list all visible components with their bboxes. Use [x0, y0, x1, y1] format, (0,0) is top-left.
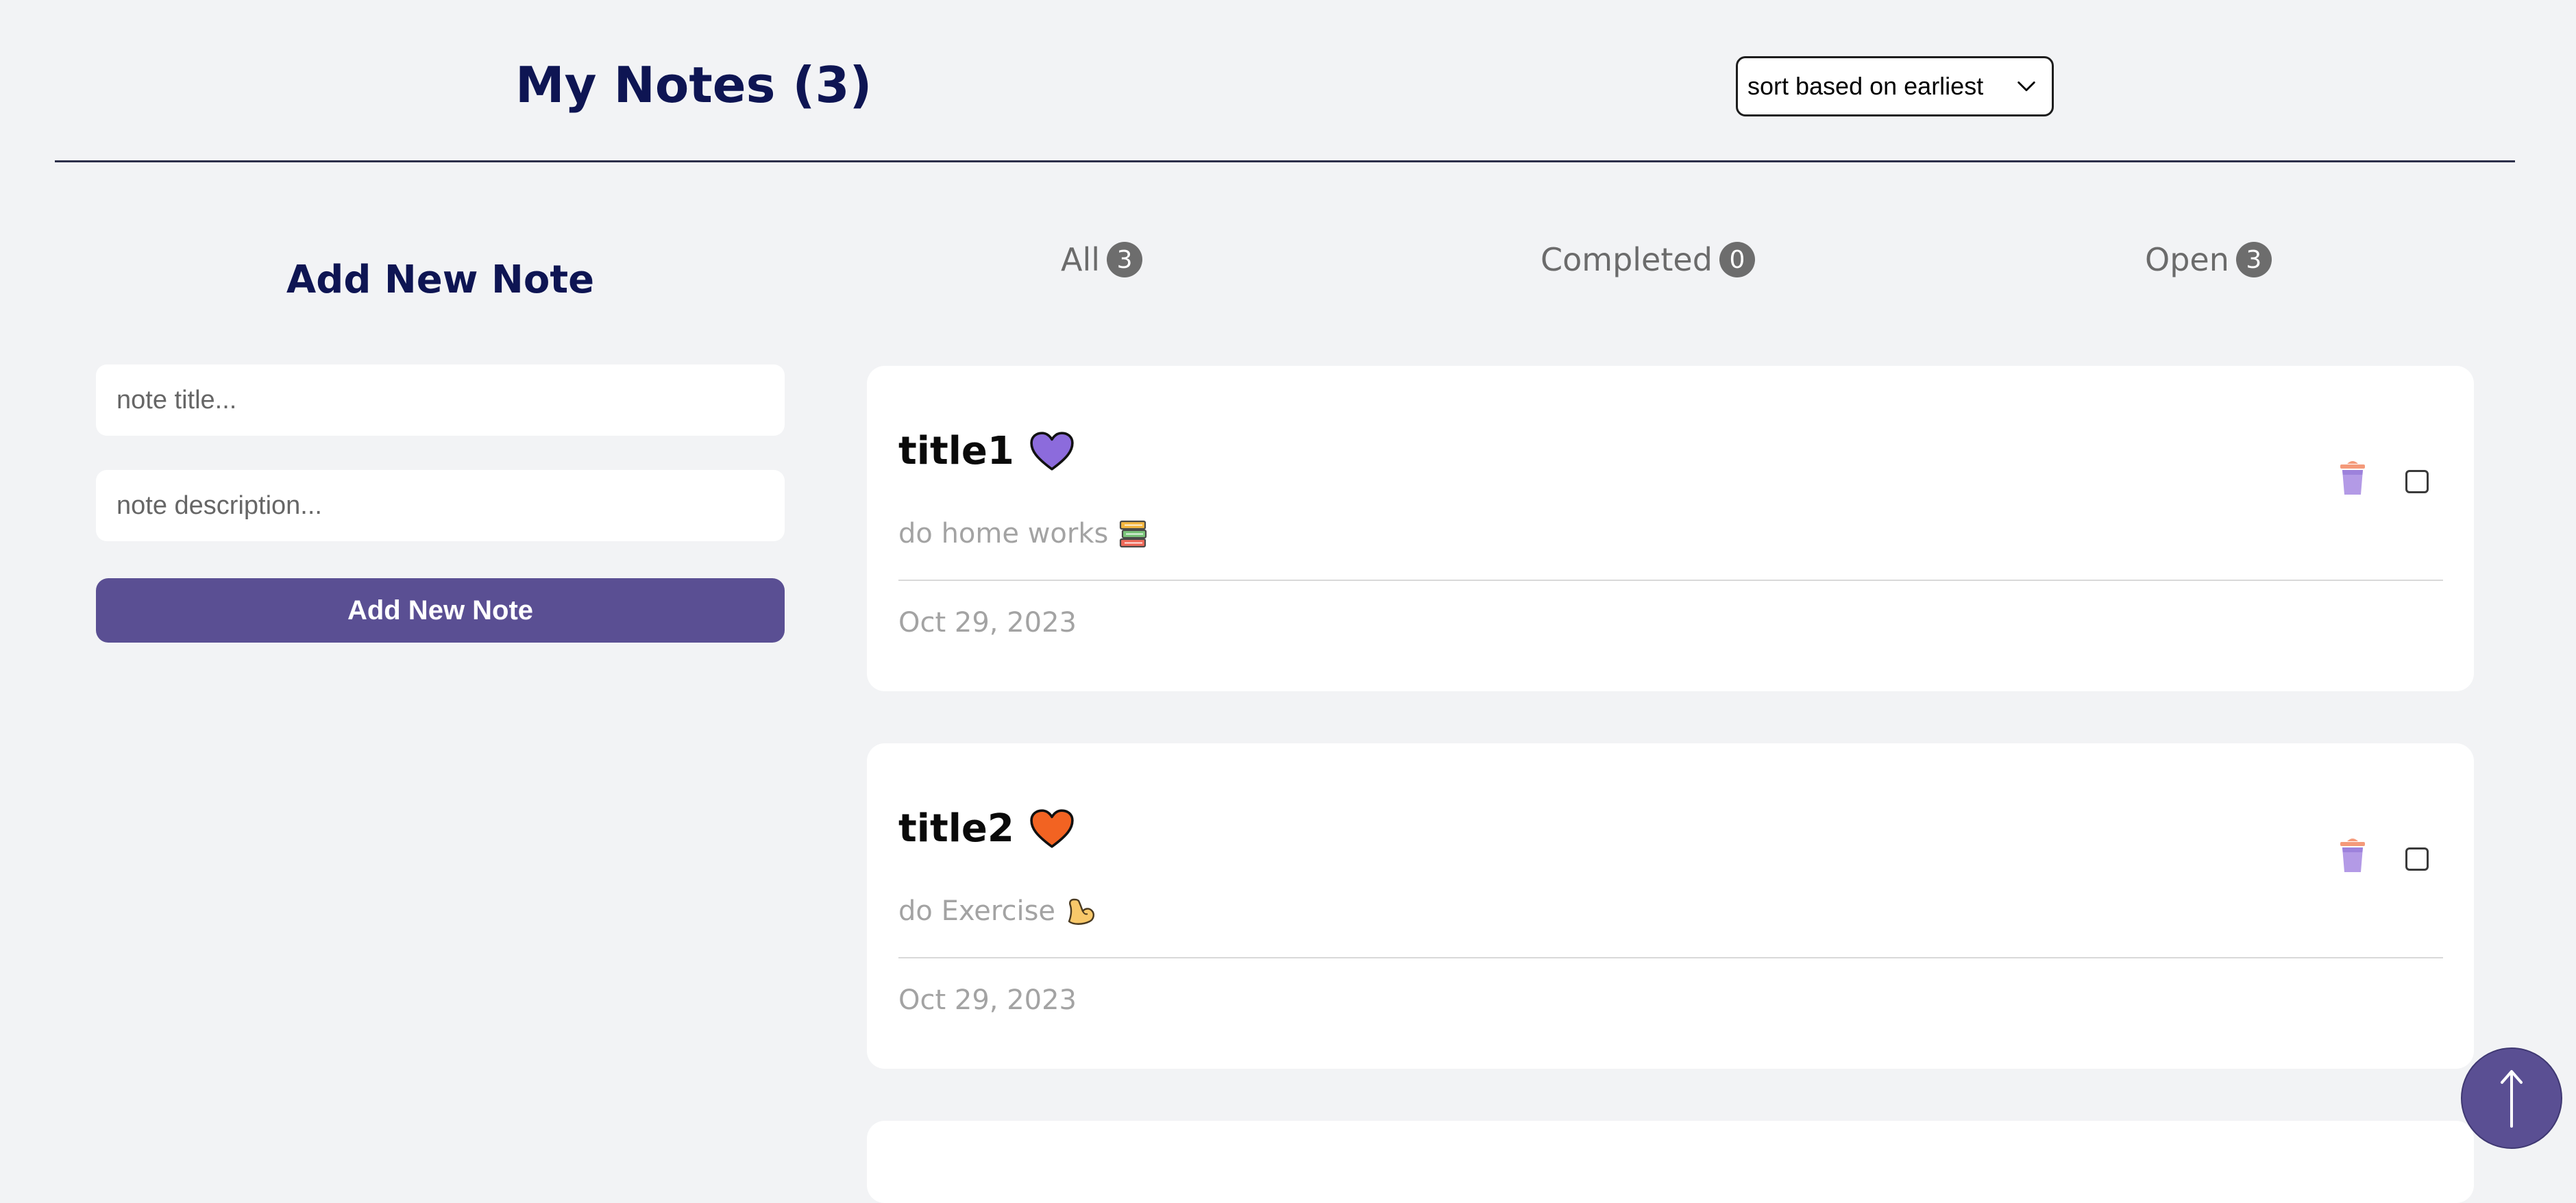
tab-all[interactable]: All 3 — [1061, 241, 1143, 278]
note-description-row: do home works — [898, 518, 1149, 549]
add-note-button[interactable]: Add New Note — [96, 578, 785, 643]
complete-checkbox[interactable] — [2405, 470, 2429, 493]
tab-count-badge: 3 — [2235, 242, 2272, 277]
scroll-to-top-button[interactable] — [2461, 1047, 2562, 1149]
note-card: title1 do home works Oct 29, 2023 — [867, 366, 2474, 691]
sort-select[interactable]: sort based on earliest — [1736, 56, 2054, 116]
page-title: My Notes (3) — [515, 56, 872, 114]
note-title-row: title1 — [898, 429, 1075, 473]
note-title: title2 — [898, 806, 1014, 851]
complete-checkbox[interactable] — [2405, 847, 2429, 871]
note-description-input[interactable] — [96, 470, 785, 541]
notes-app: My Notes (3) sort based on earliest Add … — [0, 0, 2576, 1203]
note-date: Oct 29, 2023 — [898, 984, 1077, 1016]
tab-open[interactable]: Open 3 — [2145, 241, 2272, 278]
arrow-up-icon — [2501, 1070, 2523, 1128]
note-title: title1 — [898, 429, 1014, 473]
note-divider — [898, 580, 2443, 581]
note-description-row: do Exercise — [898, 895, 1096, 927]
note-description: do Exercise — [898, 895, 1056, 927]
tab-count-badge: 0 — [1719, 242, 1755, 277]
tab-label: Open — [2145, 241, 2229, 278]
note-title-row: title2 — [898, 806, 1075, 851]
books-icon — [1120, 520, 1147, 548]
note-divider — [898, 957, 2443, 958]
chevron-down-icon — [2017, 81, 2035, 92]
note-card — [867, 1121, 2474, 1203]
note-date: Oct 29, 2023 — [898, 607, 1077, 638]
tab-count-badge: 3 — [1107, 242, 1143, 277]
tab-completed[interactable]: Completed 0 — [1541, 241, 1755, 278]
note-card: title2 do Exercise Oct 29, 2023 — [867, 743, 2474, 1069]
trash-icon[interactable] — [2338, 459, 2368, 496]
trash-icon[interactable] — [2338, 836, 2368, 873]
tab-label: All — [1061, 241, 1101, 278]
orange-heart-icon — [1030, 808, 1074, 848]
purple-heart-icon — [1030, 431, 1074, 471]
form-heading: Add New Note — [286, 258, 595, 302]
note-description: do home works — [898, 518, 1109, 549]
flexed-biceps-icon — [1068, 898, 1095, 925]
sort-select-value: sort based on earliest — [1747, 72, 1984, 100]
header-divider — [55, 160, 2515, 162]
note-title-input[interactable] — [96, 364, 785, 436]
tab-label: Completed — [1541, 241, 1713, 278]
